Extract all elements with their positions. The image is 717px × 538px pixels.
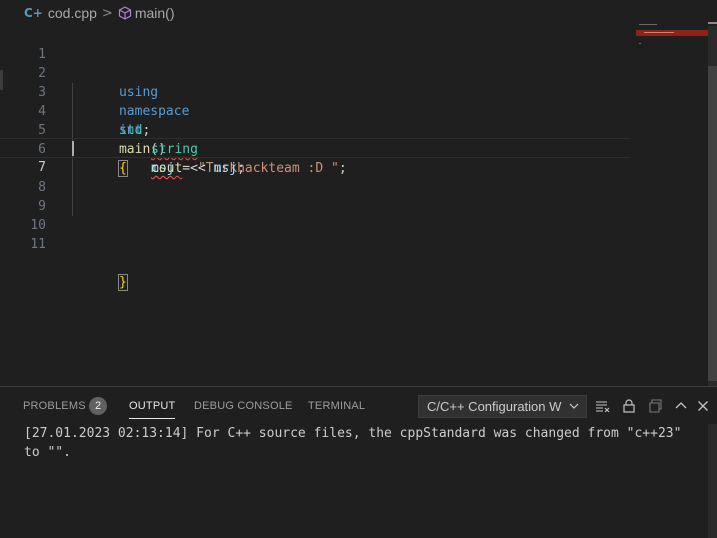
code-editor[interactable]: 1 using namespace std; 2 3 int main() { … <box>0 22 717 386</box>
line-number: 11 <box>30 237 46 252</box>
code-line-11[interactable]: 11 } <box>0 216 630 291</box>
output-scrollbar[interactable] <box>708 424 717 538</box>
clear-output-icon[interactable] <box>594 397 612 415</box>
editor-scrollbar[interactable] <box>708 26 717 386</box>
scrollbar-indicator <box>708 22 717 24</box>
close-panel-icon[interactable] <box>694 397 712 415</box>
cube-icon <box>118 6 132 20</box>
minimap-line <box>639 24 657 25</box>
tab-debug-console[interactable]: DEBUG CONSOLE <box>194 387 293 425</box>
close-brace: } <box>117 274 128 291</box>
code-line-7[interactable]: 7 <box>0 138 630 175</box>
breadcrumb-symbol[interactable]: main() <box>135 5 175 21</box>
bottom-panel: PROBLEMS 2 OUTPUT DEBUG CONSOLE TERMINAL… <box>0 386 717 538</box>
tab-terminal[interactable]: TERMINAL <box>308 387 365 425</box>
minimap-line <box>644 32 674 33</box>
code-line-2[interactable]: 2 <box>0 45 630 81</box>
breadcrumb-separator: > <box>101 5 113 21</box>
output-channel-select[interactable]: C/C++ Configuration W <box>418 395 587 418</box>
editor-scroll-thumb[interactable] <box>708 66 717 381</box>
lock-scroll-icon[interactable] <box>620 397 638 415</box>
code-line-10[interactable]: 10 <box>0 197 630 233</box>
tab-output[interactable]: OUTPUT <box>129 387 176 425</box>
maximize-panel-icon[interactable] <box>672 397 690 415</box>
code-line-8[interactable]: 8 <box>0 159 630 195</box>
minimap[interactable] <box>636 24 708 386</box>
breadcrumb: C+ cod.cpp > main() <box>0 0 717 26</box>
code-line-5[interactable]: 5 cout << msj; <box>0 102 630 176</box>
tab-problems[interactable]: PROBLEMS <box>23 387 86 425</box>
minimap-error-highlight <box>636 30 708 36</box>
text-cursor <box>72 141 74 156</box>
cpp-file-icon: C+ <box>24 6 43 20</box>
open-in-editor-icon[interactable] <box>646 397 664 415</box>
code-line-4[interactable]: 4 string msj = "Turkhackteam :D "; <box>0 83 630 176</box>
output-channel-label: C/C++ Configuration W <box>427 399 562 414</box>
code-line-1[interactable]: 1 using namespace std; <box>0 26 630 138</box>
minimap-line <box>639 43 641 44</box>
breadcrumb-file[interactable]: cod.cpp <box>48 5 97 21</box>
output-log: [27.01.2023 02:13:14] For C++ source fil… <box>24 426 690 460</box>
chevron-down-icon <box>568 396 580 417</box>
code-line-3[interactable]: 3 int main() { <box>0 64 630 177</box>
code-line-9[interactable]: 9 <box>0 178 630 214</box>
panel-tabs: PROBLEMS 2 OUTPUT DEBUG CONSOLE TERMINAL… <box>0 387 717 425</box>
problems-count-badge: 2 <box>89 397 107 415</box>
